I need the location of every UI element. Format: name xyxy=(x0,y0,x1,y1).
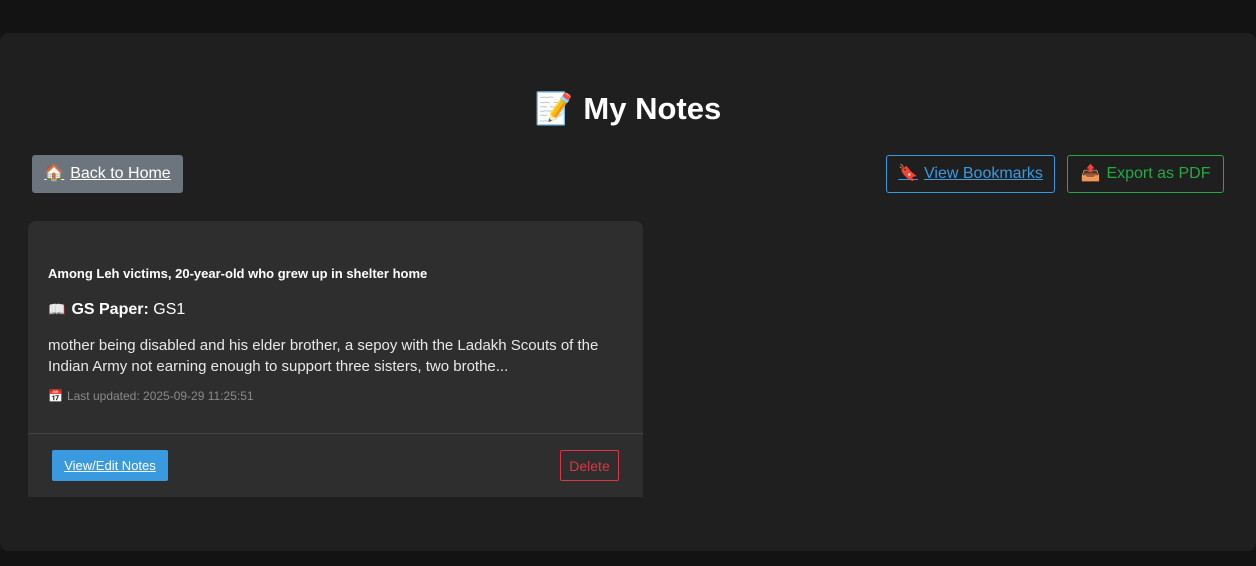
back-to-home-button[interactable]: 🏠 Back to Home xyxy=(32,155,183,193)
note-title: Among Leh victims, 20-year-old who grew … xyxy=(48,266,428,281)
gs-paper-line: 📖 GS Paper: GS1 xyxy=(48,299,185,320)
gs-paper-label: GS Paper: xyxy=(71,301,149,318)
view-bookmarks-label: View Bookmarks xyxy=(924,165,1043,182)
outbox-icon: 📤 xyxy=(1080,165,1101,182)
page-title: 📝 My Notes xyxy=(0,89,1256,129)
calendar-icon: 📅 xyxy=(48,389,63,403)
memo-icon: 📝 xyxy=(534,91,574,126)
page-title-text: My Notes xyxy=(583,91,722,126)
note-card: Among Leh victims, 20-year-old who grew … xyxy=(28,221,643,497)
bookmark-icon: 🔖 xyxy=(898,165,919,182)
export-pdf-button[interactable]: 📤 Export as PDF xyxy=(1067,155,1224,193)
open-book-icon: 📖 xyxy=(48,301,66,317)
last-updated-text: Last updated: 2025-09-29 11:25:51 xyxy=(66,389,254,403)
house-icon: 🏠 xyxy=(44,165,65,182)
delete-button[interactable]: Delete xyxy=(560,450,619,481)
last-updated: 📅 Last updated: 2025-09-29 11:25:51 xyxy=(48,388,254,404)
notes-container: 📝 My Notes 🏠 Back to Home 🔖 View Bookmarks … xyxy=(0,33,1256,551)
note-card-footer: View/Edit Notes Delete xyxy=(28,433,643,497)
export-pdf-label: Export as PDF xyxy=(1106,165,1211,182)
back-to-home-label: Back to Home xyxy=(70,165,171,182)
view-edit-notes-button[interactable]: View/Edit Notes xyxy=(52,450,168,481)
note-excerpt: mother being disabled and his elder brot… xyxy=(48,337,599,375)
view-bookmarks-button[interactable]: 🔖 View Bookmarks xyxy=(886,155,1055,193)
gs-paper-value: GS1 xyxy=(153,301,186,318)
